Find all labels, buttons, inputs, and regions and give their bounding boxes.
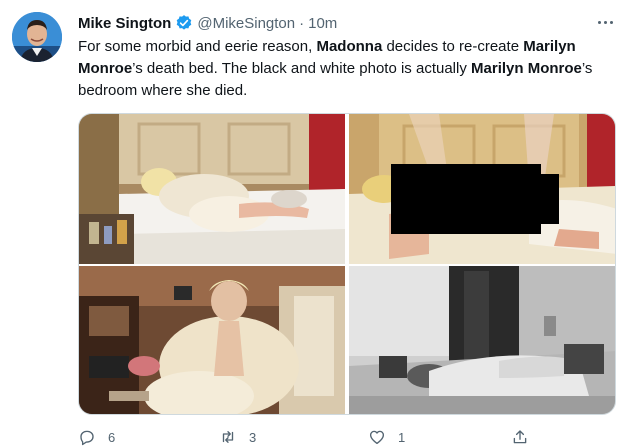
retweet-count: 3	[249, 429, 257, 445]
tweet-text-segment: decides to re-create	[382, 38, 524, 55]
tweet-header: Mike Sington @MikeSington · 10m	[78, 13, 337, 33]
like-count: 1	[398, 429, 406, 445]
madonna-fur-photo[interactable]	[79, 266, 345, 414]
retweet-icon	[222, 431, 234, 443]
media-grid	[78, 113, 616, 415]
tweet-actions: 6 3 1	[78, 428, 618, 448]
tweet-timestamp[interactable]: 10m	[308, 15, 337, 32]
madonna-bed-photo[interactable]	[79, 114, 345, 264]
separator-dot: ·	[299, 14, 305, 32]
avatar[interactable]	[12, 12, 62, 62]
tweet-text-segment: ’s death bed. The black and white photo …	[132, 60, 472, 77]
tweet-text-segment: For some morbid and eerie reason,	[78, 38, 317, 55]
verified-badge-icon	[177, 15, 192, 30]
reply-button[interactable]: 6	[78, 428, 115, 446]
share-button[interactable]	[511, 428, 529, 446]
tweet-text-bold: Marilyn Monroe	[471, 60, 582, 77]
reply-icon	[80, 430, 94, 446]
share-icon	[513, 430, 527, 444]
tweet-text-bold: Madonna	[316, 38, 383, 55]
retweet-button[interactable]: 3	[219, 428, 256, 446]
monroe-bedroom-bw-photo[interactable]	[349, 266, 615, 414]
author-handle[interactable]: @MikeSington	[197, 15, 295, 32]
like-button[interactable]: 1	[368, 428, 405, 446]
reply-count: 6	[108, 429, 116, 445]
heart-icon	[369, 430, 385, 445]
tweet-text: For some morbid and eerie reason, Madonn…	[78, 36, 598, 102]
more-options-icon[interactable]	[592, 13, 618, 31]
tweet[interactable]: Mike Sington @MikeSington · 10m For some…	[0, 0, 630, 448]
bedroom-censored-photo[interactable]	[349, 114, 615, 264]
author-name[interactable]: Mike Sington	[78, 15, 171, 32]
